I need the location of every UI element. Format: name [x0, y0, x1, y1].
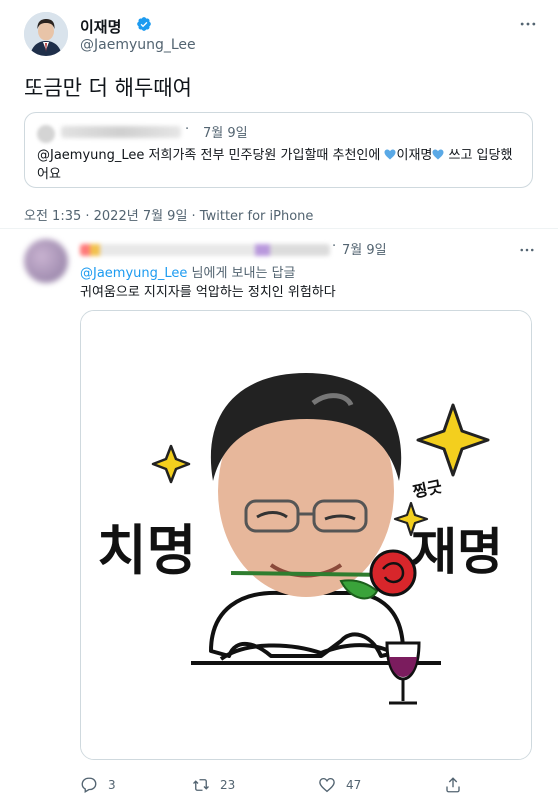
reply-author-name-blurred[interactable] [80, 244, 330, 256]
retweet-button[interactable]: 23 [192, 774, 235, 796]
sticker-illustration: 치명 재명 찡긋 [81, 311, 531, 759]
heart-icon [319, 777, 335, 793]
quoted-author-avatar [37, 125, 55, 143]
replying-to: @Jaemyung_Lee 님에게 보내는 답글 [80, 262, 295, 281]
more-options-icon[interactable] [518, 241, 536, 259]
reply-to-mention[interactable]: @Jaemyung_Lee [80, 266, 187, 281]
reply-author-avatar[interactable] [24, 239, 68, 283]
tweet-header: 이재명 @Jaemyung_Lee [24, 12, 542, 60]
tweet-actions: 3 23 47 [80, 774, 532, 798]
tweet-text: 또금만 더 해두때여 [24, 76, 192, 100]
tweet-timestamp[interactable]: 오전 1:35 · 2022년 7월 9일 · Twitter for iPho… [24, 205, 313, 224]
blue-heart-icon [432, 149, 444, 160]
blue-heart-icon [384, 149, 396, 160]
author-avatar[interactable] [24, 12, 68, 56]
sticker-left-text: 치명 [97, 519, 196, 582]
quoted-date-separator: · [185, 122, 190, 137]
quoted-author-name-blurred [61, 126, 181, 138]
reply-icon [81, 777, 97, 793]
reply-date[interactable]: 7월 9일 [342, 239, 387, 258]
quoted-tweet-text: @Jaemyung_Lee 저희가족 전부 민주당원 가입할때 추천인에 이재명… [37, 146, 520, 184]
author-handle[interactable]: @Jaemyung_Lee [80, 37, 196, 53]
retweet-count: 23 [220, 778, 236, 792]
like-count: 47 [346, 778, 362, 792]
like-button[interactable]: 47 [318, 774, 361, 796]
quoted-text-before: @Jaemyung_Lee 저희가족 전부 민주당원 가입할때 추천인에 [37, 148, 385, 163]
share-button[interactable] [444, 774, 462, 796]
sticker-right-text: 재명 [411, 523, 503, 581]
reply-tweet[interactable]: · 7월 9일 @Jaemyung_Lee 님에게 보내는 답글 귀여움으로 지… [0, 229, 558, 806]
reply-text: 귀여움으로 지지자를 억압하는 정치인 위험하다 [80, 285, 336, 300]
reply-to-suffix: 님에게 보내는 답글 [187, 266, 296, 281]
author-display-name[interactable]: 이재명 [80, 16, 121, 37]
quoted-date: 7월 9일 [203, 126, 248, 141]
reply-button[interactable]: 3 [80, 774, 116, 796]
reply-media-image[interactable]: 치명 재명 찡긋 [80, 310, 532, 760]
quoted-text-mid: 이재명 [396, 148, 433, 163]
reply-date-separator: · [332, 239, 337, 254]
verified-badge-icon [137, 17, 151, 31]
more-options-icon[interactable] [518, 14, 538, 34]
retweet-icon [193, 779, 209, 791]
quoted-tweet[interactable]: · 7월 9일 @Jaemyung_Lee 저희가족 전부 민주당원 가입할때 … [24, 112, 533, 188]
reply-count: 3 [108, 778, 116, 792]
share-icon [446, 777, 460, 793]
